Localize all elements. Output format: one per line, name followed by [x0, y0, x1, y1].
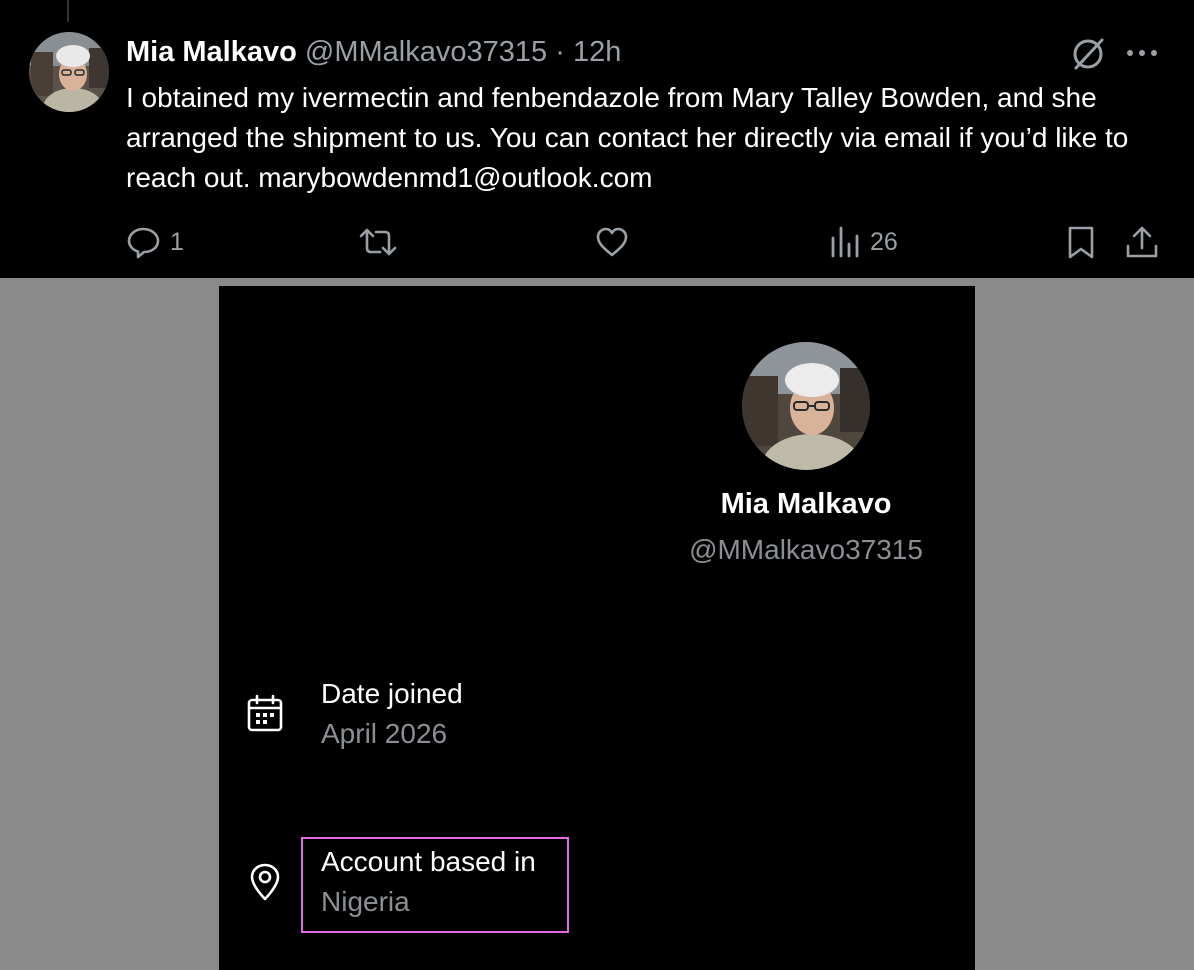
- highlight-box: [301, 837, 569, 933]
- date-joined-label: Date joined: [321, 678, 463, 709]
- reply-button[interactable]: 1: [126, 222, 184, 262]
- tweet-time[interactable]: 12h: [573, 36, 621, 68]
- calendar-icon: [247, 694, 283, 737]
- tweet-text: I obtained my ivermectin and fenbendazol…: [126, 82, 1129, 193]
- profile-name: Mia Malkavo: [720, 488, 892, 520]
- share-icon: [1126, 226, 1158, 258]
- retweet-button[interactable]: [358, 222, 406, 262]
- date-joined-value: April 2026: [321, 718, 448, 749]
- tweet[interactable]: Mia Malkavo @MMalkavo37315 · 12h I obtai…: [0, 0, 1194, 278]
- views-count: 26: [870, 227, 898, 256]
- more-icon[interactable]: [1124, 40, 1160, 66]
- avatar-photo: [29, 32, 109, 112]
- views-button[interactable]: 26: [828, 222, 898, 262]
- profile-card: Mia Malkavo @MMalkavo37315 Date joined A…: [219, 286, 975, 970]
- bookmark-icon: [1068, 226, 1094, 259]
- author-handle[interactable]: @MMalkavo37315: [305, 36, 547, 68]
- like-button[interactable]: [594, 222, 638, 262]
- retweet-icon: [359, 228, 397, 256]
- share-button[interactable]: [1124, 222, 1160, 262]
- profile-handle: @MMalkavo37315: [689, 534, 923, 565]
- grok-icon[interactable]: [1070, 36, 1106, 72]
- reply-count: 1: [170, 227, 184, 256]
- tweet-actions: 1 26: [0, 222, 1194, 262]
- location-pin-icon: [247, 862, 283, 907]
- profile-photo: [742, 342, 870, 470]
- bookmark-button[interactable]: [1064, 222, 1098, 262]
- tweet-header: Mia Malkavo @MMalkavo37315 · 12h: [126, 36, 621, 69]
- avatar[interactable]: [29, 32, 109, 112]
- reply-icon: [127, 227, 160, 259]
- separator-dot: ·: [555, 36, 565, 68]
- profile-avatar[interactable]: [742, 342, 870, 470]
- thread-line: [67, 0, 69, 22]
- views-icon: [831, 226, 859, 258]
- author-name[interactable]: Mia Malkavo: [126, 36, 297, 68]
- like-icon: [596, 227, 628, 257]
